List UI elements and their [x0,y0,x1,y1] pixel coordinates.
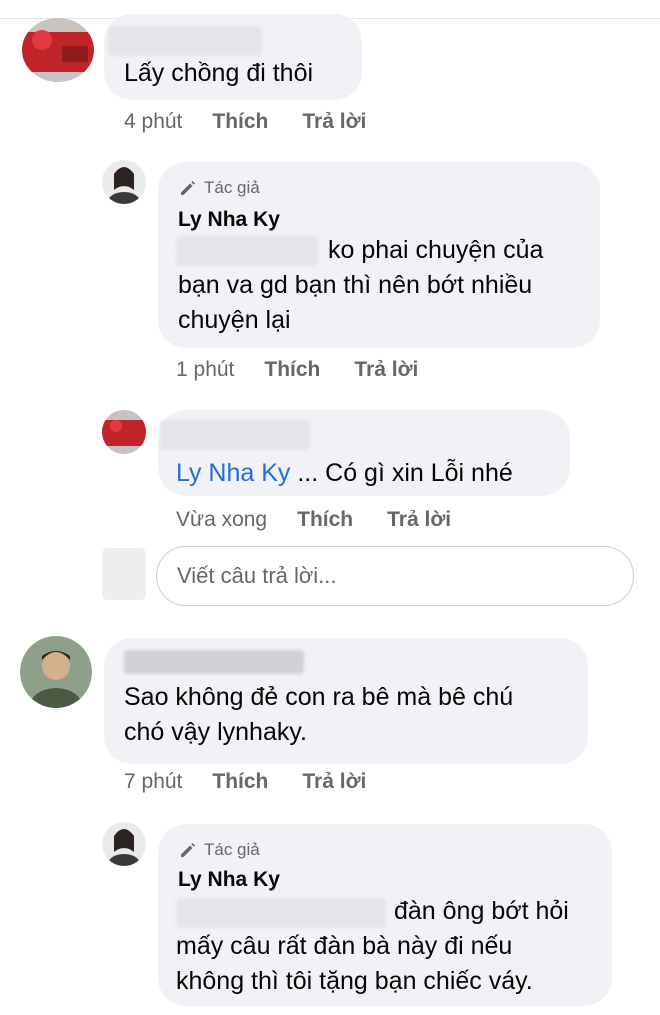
timestamp: 7 phút [124,770,183,793]
avatar[interactable] [102,822,146,866]
pencil-icon [181,181,195,195]
like-button[interactable]: Thích [264,358,320,382]
reply-button[interactable]: Trả lời [387,508,451,532]
commenter-name[interactable]: Ly Nha Ky [178,208,280,232]
reply-button[interactable]: Trả lời [302,770,366,794]
reply-text-line: không thì tôi tặng bạn chiếc váy. [176,967,533,995]
avatar[interactable] [102,410,146,454]
reply-text-body: ... Có gì xin Lỗi nhé [290,459,513,487]
reply-button[interactable]: Trả lời [354,358,418,382]
reply-input[interactable] [156,546,634,606]
reply-text: Ly Nha Ky ... Có gì xin Lỗi nhé [176,456,513,491]
timestamp: 1 phút [176,358,235,381]
author-tag-label: Tác giả [204,840,260,859]
comment-text: Lấy chồng đi thôi [124,59,314,87]
redacted-mention [176,236,318,266]
redacted-name [108,26,262,56]
comment-actions: 7 phút Thích Trả lời [124,770,366,794]
avatar [102,548,146,600]
reply-text-line: chuyện lại [178,306,291,334]
comment-text-line: chó vậy lynhaky. [124,718,307,746]
reply-text-line: ko phai chuyện của [328,236,544,264]
redacted-mention [176,898,386,928]
pencil-icon [181,843,195,857]
reply-actions: 1 phút Thích Trả lời [176,358,418,382]
reply-button[interactable]: Trả lời [302,110,366,134]
timestamp: Vừa xong [176,508,268,531]
reply-text-line: bạn va gd bạn thì nên bớt nhiều [178,271,533,299]
like-button[interactable]: Thích [297,508,353,532]
avatar[interactable] [22,18,94,82]
like-button[interactable]: Thích [212,110,268,134]
comment-actions: 4 phút Thích Trả lời [124,110,366,134]
timestamp: 4 phút [124,110,183,133]
reply-text-line: mấy câu rất đàn bà này đi nếu [176,932,513,960]
avatar[interactable] [102,160,146,204]
like-button[interactable]: Thích [212,770,268,794]
author-tag-label: Tác giả [204,178,260,197]
author-tag: Tác giả [178,178,260,198]
avatar[interactable] [20,636,92,708]
author-tag: Tác giả [178,840,260,860]
commenter-name[interactable]: Ly Nha Ky [178,868,280,892]
redacted-name [124,650,304,674]
mention-link[interactable]: Ly Nha Ky [176,459,290,487]
reply-text-line: đàn ông bớt hỏi [394,897,569,925]
reply-actions: Vừa xong Thích Trả lời [176,508,451,532]
comment-text-line: Sao không đẻ con ra bê mà bê chú [124,683,514,711]
redacted-name [160,420,310,450]
